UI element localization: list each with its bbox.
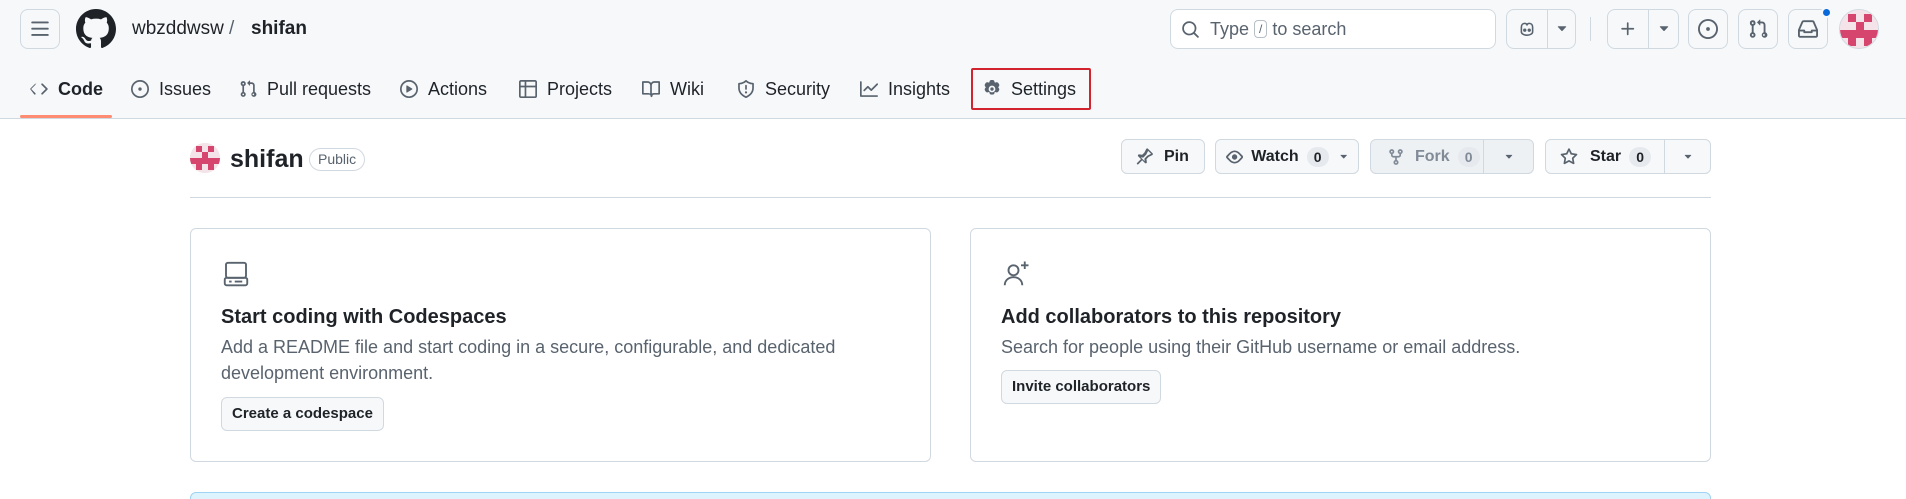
star-button[interactable]: Star 0: [1546, 140, 1664, 173]
watch-button[interactable]: Watch 0: [1215, 139, 1359, 174]
star-dropdown[interactable]: [1664, 140, 1710, 173]
table-icon: [519, 80, 537, 98]
tab-projects[interactable]: Projects: [519, 68, 612, 110]
menu-button[interactable]: [20, 9, 60, 49]
star-icon: [1560, 147, 1578, 164]
copilot-icon: [1520, 22, 1534, 36]
breadcrumb-repo[interactable]: shifan: [251, 18, 307, 40]
tab-insights-label: Insights: [888, 78, 951, 99]
global-header: wbzddwsw / shifan Type / to search Code …: [0, 0, 1906, 119]
create-codespace-button[interactable]: Create a codespace: [221, 397, 384, 431]
your-pull-requests-button[interactable]: [1738, 9, 1778, 49]
tab-projects-label: Projects: [547, 78, 613, 99]
repo-nav: Code Issues Pull requests Actions Projec…: [0, 68, 1906, 118]
code-icon: [30, 83, 48, 95]
tab-wiki[interactable]: Wiki: [642, 68, 704, 110]
tab-pull-requests[interactable]: Pull requests: [239, 68, 371, 110]
info-banner: [190, 492, 1711, 499]
tab-security-label: Security: [765, 78, 831, 99]
tab-wiki-label: Wiki: [670, 78, 704, 99]
top-bar: wbzddwsw / shifan Type / to search: [0, 0, 1906, 60]
repo-title[interactable]: shifan: [230, 145, 304, 174]
pin-button[interactable]: Pin: [1121, 139, 1205, 174]
copilot-dropdown[interactable]: [1547, 10, 1575, 48]
hamburger-icon: [31, 21, 49, 36]
star-label: Star: [1590, 147, 1622, 165]
watch-label: Watch: [1251, 147, 1299, 165]
triangle-down-icon: [1684, 154, 1691, 159]
watch-count: 0: [1306, 146, 1329, 167]
pin-label: Pin: [1164, 147, 1189, 165]
book-icon: [642, 81, 660, 98]
graph-icon: [860, 81, 878, 97]
search-input[interactable]: Type / to search: [1170, 9, 1496, 49]
collaborators-description: Search for people using their GitHub use…: [1001, 337, 1521, 357]
copilot-button-group: [1506, 9, 1576, 49]
star-count: 0: [1629, 146, 1652, 167]
identicon-icon: [1840, 10, 1878, 48]
tab-security[interactable]: Security: [737, 68, 830, 110]
tab-code-label: Code: [58, 78, 103, 99]
eye-icon: [1226, 150, 1244, 163]
star-button-group: Star 0: [1545, 139, 1711, 174]
search-shortcut-key: /: [1254, 20, 1268, 38]
issue-icon: [131, 80, 149, 98]
identicon-icon: [190, 143, 220, 173]
create-new-button-group: [1607, 9, 1679, 49]
pull-request-icon: [240, 80, 257, 97]
codespaces-description: Add a README file and start coding in a …: [221, 337, 836, 383]
tab-code[interactable]: Code: [30, 68, 103, 110]
tab-actions-label: Actions: [428, 78, 488, 99]
fork-count: 0: [1457, 146, 1480, 167]
triangle-down-icon: [1557, 26, 1566, 31]
fork-button[interactable]: Fork 0: [1371, 140, 1483, 173]
fork-dropdown[interactable]: [1483, 140, 1533, 173]
fork-icon: [1389, 148, 1403, 165]
fork-button-group: Fork 0: [1370, 139, 1534, 174]
shield-icon: [738, 80, 754, 98]
triangle-down-icon: [1659, 26, 1668, 31]
search-prefix: Type: [1210, 18, 1250, 39]
triangle-down-icon: [1340, 154, 1347, 158]
create-new-button[interactable]: [1608, 10, 1648, 48]
selected-tab-underline: [20, 115, 112, 118]
fork-label: Fork: [1415, 147, 1450, 165]
tab-issues-label: Issues: [159, 78, 212, 99]
tab-insights[interactable]: Insights: [860, 68, 950, 110]
tab-actions[interactable]: Actions: [400, 68, 487, 110]
collaborators-title: Add collaborators to this repository: [1001, 306, 1342, 328]
create-new-dropdown[interactable]: [1648, 10, 1678, 48]
tab-issues[interactable]: Issues: [131, 68, 211, 110]
codespaces-card: Start coding with Codespaces Add a READM…: [190, 228, 931, 462]
plus-icon: [1621, 22, 1635, 36]
user-avatar[interactable]: [1839, 9, 1879, 49]
your-issues-button[interactable]: [1688, 9, 1728, 49]
visibility-badge: Public: [309, 148, 366, 171]
pin-icon: [1136, 147, 1153, 164]
header-divider: [1590, 17, 1591, 41]
pull-request-icon: [1749, 19, 1768, 38]
repo-header-divider: [190, 197, 1711, 198]
github-logo-icon[interactable]: [76, 9, 116, 49]
codespaces-title: Start coding with Codespaces: [221, 306, 507, 328]
person-add-icon: [1003, 261, 1029, 286]
inbox-icon: [1798, 20, 1818, 38]
breadcrumb-separator: /: [229, 18, 235, 39]
breadcrumb-owner[interactable]: wbzddwsw: [132, 18, 224, 40]
unread-notification-dot: [1821, 7, 1832, 18]
triangle-down-icon: [1505, 154, 1512, 159]
play-icon: [400, 80, 418, 98]
invite-collaborators-button[interactable]: Invite collaborators: [1001, 370, 1162, 404]
issue-opened-icon: [1698, 19, 1718, 39]
search-icon: [1182, 20, 1199, 38]
copilot-button[interactable]: [1507, 10, 1547, 48]
repo-owner-avatar[interactable]: [190, 143, 220, 173]
codespaces-icon: [223, 261, 249, 287]
search-suffix: to search: [1272, 18, 1347, 39]
settings-highlight-box: [971, 68, 1091, 110]
tab-pull-requests-label: Pull requests: [267, 78, 372, 99]
collaborators-card: Add collaborators to this repository Sea…: [970, 228, 1711, 462]
